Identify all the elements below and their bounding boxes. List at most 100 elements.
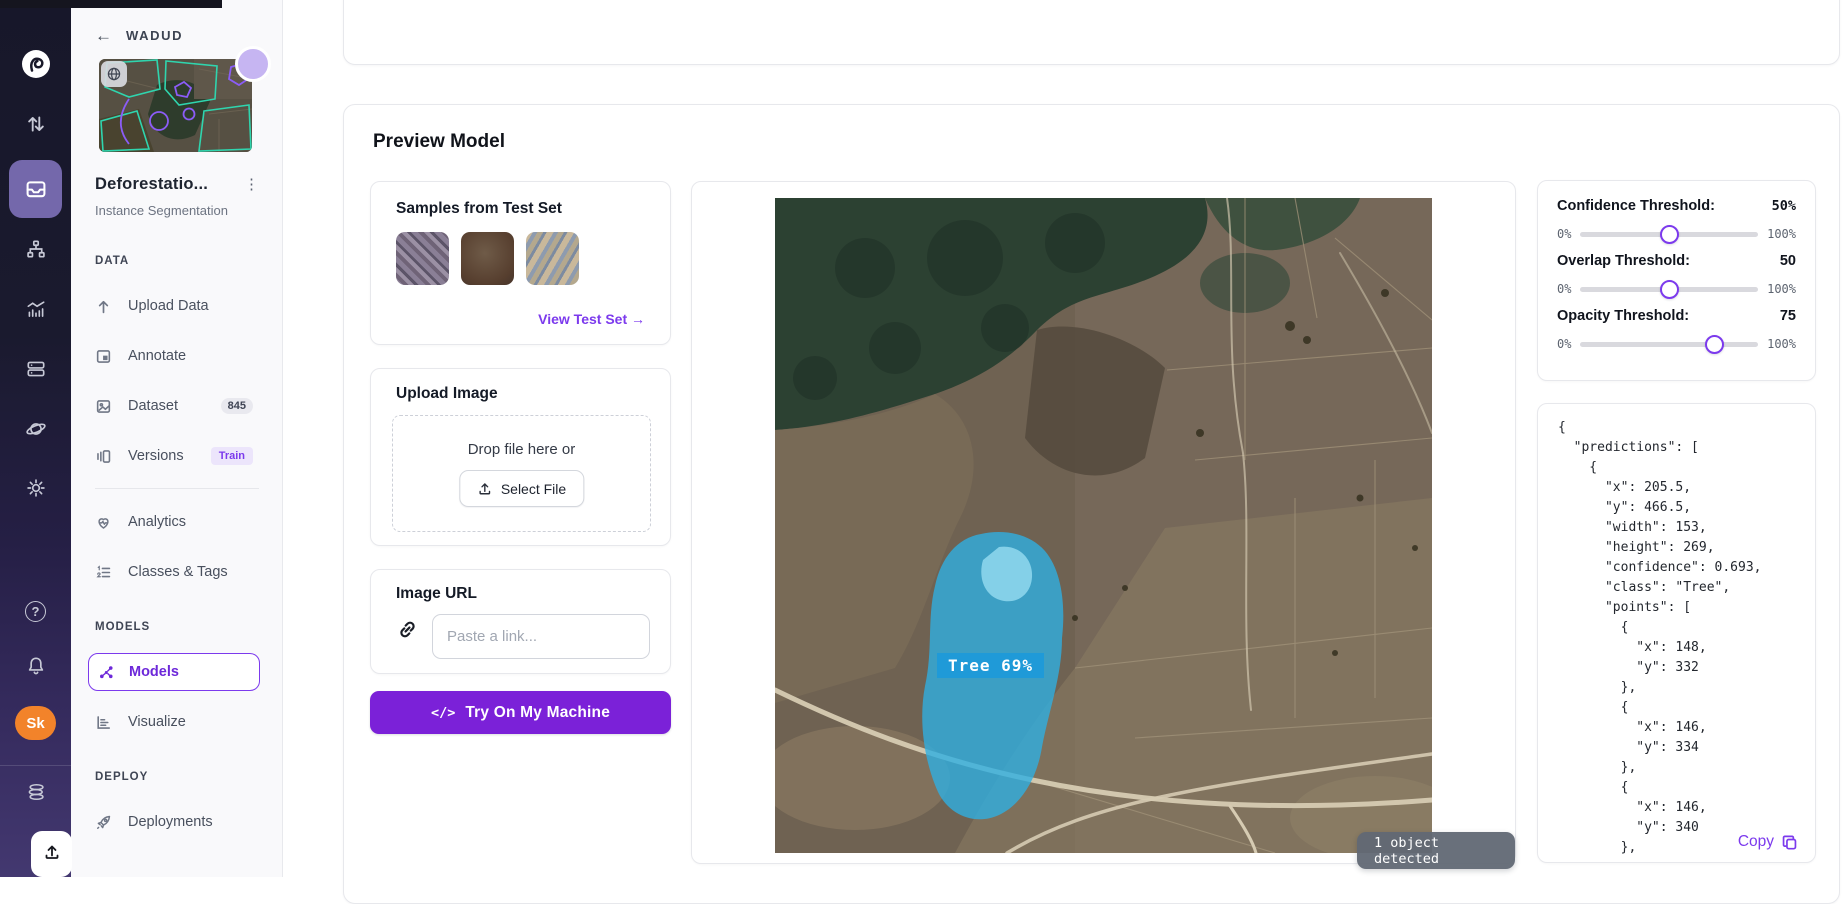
sidebar-item-analytics[interactable]: Analytics bbox=[95, 509, 253, 535]
confidence-threshold-label: Confidence Threshold: bbox=[1557, 198, 1715, 214]
sidebar-item-upload-data[interactable]: Upload Data bbox=[95, 293, 253, 319]
select-file-upload-icon bbox=[477, 481, 492, 496]
try-on-my-machine-button[interactable]: </> Try On My Machine bbox=[370, 691, 671, 734]
numbered-list-icon bbox=[95, 564, 112, 581]
transfer-icon[interactable] bbox=[0, 113, 71, 135]
sidebar-item-label: Deployments bbox=[128, 814, 213, 830]
try-button-label: Try On My Machine bbox=[465, 704, 610, 722]
overlap-threshold-label: Overlap Threshold: bbox=[1557, 253, 1690, 269]
project-status-circle bbox=[235, 46, 271, 82]
thresholds-card: Confidence Threshold: 50% 0% 100% Overla… bbox=[1537, 180, 1816, 381]
opacity-slider-thumb[interactable] bbox=[1705, 335, 1724, 354]
link-chain-icon bbox=[396, 618, 419, 641]
project-thumbnail[interactable] bbox=[99, 59, 252, 152]
sidebar-header: ← WADUD bbox=[95, 27, 183, 44]
settings-gear-icon[interactable] bbox=[0, 477, 71, 499]
confidence-slider-thumb[interactable] bbox=[1660, 225, 1679, 244]
roboflow-logo-icon bbox=[21, 49, 51, 79]
server-stack-icon[interactable] bbox=[0, 358, 71, 380]
predictions-json: { "predictions": [ { "x": 205.5, "y": 46… bbox=[1558, 418, 1809, 862]
slider-min-label: 0% bbox=[1557, 227, 1571, 241]
confidence-slider-row: 0% 100% bbox=[1557, 224, 1796, 244]
visualize-chart-icon bbox=[95, 714, 112, 731]
notifications-bell-icon[interactable] bbox=[0, 655, 71, 677]
sidebar-item-deployments[interactable]: Deployments bbox=[95, 809, 253, 835]
overlap-slider-thumb[interactable] bbox=[1660, 280, 1679, 299]
file-dropzone[interactable]: Drop file here or Select File bbox=[392, 415, 651, 532]
objects-detected-tooltip: 1 object detected bbox=[1357, 832, 1515, 869]
monitoring-chart-icon[interactable] bbox=[0, 298, 71, 320]
sample-thumbnail-4[interactable] bbox=[591, 232, 644, 285]
image-url-card: Image URL bbox=[370, 569, 671, 674]
view-test-set-link[interactable]: View Test Set → bbox=[538, 311, 645, 327]
copy-json-button[interactable]: Copy bbox=[1730, 833, 1798, 851]
sidebar-item-classes-tags[interactable]: Classes & Tags bbox=[95, 559, 253, 585]
code-glyph-icon: </> bbox=[431, 705, 455, 721]
page-title: Preview Model bbox=[373, 131, 505, 153]
sidebar-item-models-active[interactable]: Models bbox=[88, 653, 260, 691]
sidebar-item-label: Analytics bbox=[128, 514, 186, 530]
copy-icon bbox=[1781, 834, 1798, 851]
dataset-count-badge: 845 bbox=[221, 398, 253, 414]
workspace-name[interactable]: WADUD bbox=[126, 28, 183, 43]
overlap-slider-row: 0% 100% bbox=[1557, 279, 1796, 299]
model-summary-card-partial: (Past) bbox=[343, 0, 1840, 65]
roboflow-logo[interactable] bbox=[0, 49, 71, 79]
top-strip bbox=[0, 0, 222, 8]
sidebar-divider bbox=[95, 488, 259, 489]
image-url-title: Image URL bbox=[396, 585, 477, 603]
confidence-threshold-row: Confidence Threshold: 50% bbox=[1557, 198, 1796, 214]
slider-max-label: 100% bbox=[1767, 282, 1796, 296]
health-analytics-icon bbox=[95, 514, 112, 531]
satellite-image-texture bbox=[775, 198, 1432, 853]
sample-thumbnail-3[interactable] bbox=[526, 232, 579, 285]
universe-planet-icon[interactable] bbox=[0, 418, 71, 440]
json-output-card: { "predictions": [ { "x": 205.5, "y": 46… bbox=[1537, 403, 1816, 863]
opacity-slider-track[interactable] bbox=[1580, 342, 1758, 347]
project-name[interactable]: Deforestatio... bbox=[95, 175, 208, 194]
rail-projects-icon-active[interactable] bbox=[9, 160, 62, 218]
project-name-row: Deforestatio... ⋮ bbox=[95, 175, 259, 195]
sidebar-item-label: Dataset bbox=[128, 398, 178, 414]
versions-icon bbox=[95, 448, 112, 465]
workflows-icon[interactable] bbox=[0, 238, 71, 260]
sidebar-item-dataset[interactable]: Dataset 845 bbox=[95, 393, 253, 419]
samples-card: Samples from Test Set View Test Set → bbox=[370, 181, 671, 345]
section-label-models: MODELS bbox=[95, 621, 150, 633]
opacity-slider-row: 0% 100% bbox=[1557, 334, 1796, 354]
image-url-input[interactable] bbox=[432, 614, 650, 659]
sidebar-item-visualize[interactable]: Visualize bbox=[95, 709, 253, 735]
slider-max-label: 100% bbox=[1767, 337, 1796, 351]
kebab-menu-icon[interactable]: ⋮ bbox=[244, 175, 259, 195]
back-arrow-icon[interactable]: ← bbox=[95, 27, 112, 44]
train-badge: Train bbox=[211, 447, 253, 465]
globe-badge-icon bbox=[101, 61, 127, 87]
annotate-icon bbox=[95, 348, 112, 365]
overlap-threshold-row: Overlap Threshold: 50 bbox=[1557, 253, 1796, 269]
preview-model-card: Preview Model Samples from Test Set View… bbox=[343, 104, 1840, 904]
confidence-threshold-value: 50% bbox=[1772, 198, 1796, 214]
usage-coins-icon[interactable] bbox=[0, 781, 71, 803]
sidebar-item-versions[interactable]: Versions Train bbox=[95, 443, 253, 469]
upload-arrow-icon bbox=[95, 298, 112, 315]
sample-thumbnail-1[interactable] bbox=[396, 232, 449, 285]
upload-tray-button[interactable] bbox=[31, 831, 72, 877]
help-icon[interactable]: ? bbox=[0, 601, 71, 622]
confidence-slider-track[interactable] bbox=[1580, 232, 1758, 237]
user-avatar[interactable]: Sk bbox=[15, 706, 56, 740]
main-content: (Past) Preview Model Samples from Test S… bbox=[283, 0, 1848, 877]
select-file-button[interactable]: Select File bbox=[459, 470, 584, 507]
slider-min-label: 0% bbox=[1557, 282, 1571, 296]
rocket-icon bbox=[95, 814, 112, 831]
overlap-slider-track[interactable] bbox=[1580, 287, 1758, 292]
sidebar-item-annotate[interactable]: Annotate bbox=[95, 343, 253, 369]
model-network-icon bbox=[98, 664, 115, 681]
sidebar-item-label: Annotate bbox=[128, 348, 186, 364]
question-glyph: ? bbox=[25, 601, 46, 622]
sidebar-item-label: Visualize bbox=[128, 714, 186, 730]
sample-thumbnail-2[interactable] bbox=[461, 232, 514, 285]
select-file-label: Select File bbox=[501, 481, 566, 497]
inference-image: Tree 69% bbox=[775, 198, 1432, 853]
project-type: Instance Segmentation bbox=[95, 203, 228, 218]
dataset-image-icon bbox=[95, 398, 112, 415]
